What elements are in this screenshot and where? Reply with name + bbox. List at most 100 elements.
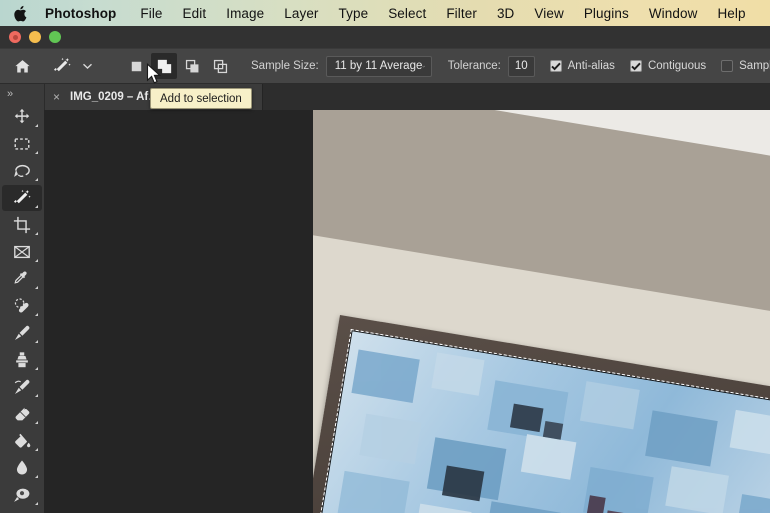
add-to-selection-button[interactable]	[151, 53, 177, 79]
application-window: Sample Size: 11 by 11 Average Tolerance:…	[0, 26, 770, 513]
brush-tool[interactable]	[2, 320, 42, 346]
magic-wand-icon	[14, 189, 31, 204]
check-icon	[631, 62, 641, 70]
tool-flyout-indicator	[35, 205, 38, 208]
clone-stamp-tool[interactable]	[2, 347, 42, 373]
chevron-down-icon[interactable]	[82, 62, 93, 70]
tool-flyout-indicator	[35, 367, 38, 370]
title-bar	[0, 26, 770, 48]
menu-item-window[interactable]: Window	[649, 6, 698, 21]
document-image[interactable]	[313, 110, 770, 513]
selection-mode-group	[123, 53, 235, 79]
history-brush-tool[interactable]	[2, 374, 42, 400]
blur-tool[interactable]	[2, 455, 42, 481]
crop-icon	[13, 216, 31, 234]
eraser-tool[interactable]	[2, 401, 42, 427]
tool-flyout-indicator	[35, 313, 38, 316]
expand-panel-icon[interactable]: »	[0, 84, 44, 104]
active-tool-preset[interactable]	[49, 53, 95, 79]
sample-size-label: Sample Size:	[251, 60, 319, 72]
tool-flyout-indicator	[35, 475, 38, 478]
dodge-icon	[14, 488, 30, 502]
move-icon	[14, 108, 30, 124]
magic-wand-icon[interactable]	[49, 53, 75, 79]
history-brush-icon	[14, 379, 30, 395]
sample-size-value: 11 by 11 Average	[334, 60, 423, 72]
tool-flyout-indicator	[35, 448, 38, 451]
tab-close-icon[interactable]: ×	[53, 91, 60, 103]
new-selection-button[interactable]	[123, 53, 149, 79]
tool-flyout-indicator	[35, 259, 38, 262]
checkbox-box	[629, 60, 642, 72]
menu-item-help[interactable]: Help	[717, 6, 745, 21]
crop-tool[interactable]	[2, 212, 42, 238]
tooltip-text: Add to selection	[160, 92, 242, 105]
contiguous-checkbox[interactable]: Contiguous	[629, 60, 707, 72]
home-icon[interactable]	[14, 53, 31, 79]
frame-tool[interactable]	[2, 239, 42, 265]
sample-all-layers-checkbox[interactable]: Sample All	[721, 60, 770, 72]
menu-item-type[interactable]: Type	[339, 6, 369, 21]
eyedropper-icon	[14, 271, 27, 284]
menu-item-edit[interactable]: Edit	[183, 6, 207, 21]
tooltip: Add to selection	[150, 88, 252, 109]
tools-panel: »	[0, 84, 45, 513]
menu-item-select[interactable]: Select	[388, 6, 426, 21]
tool-flyout-indicator	[35, 286, 38, 289]
expand-chevrons: »	[7, 87, 14, 100]
magic-wand-tool[interactable]	[2, 185, 42, 211]
eyedropper-tool[interactable]	[2, 266, 42, 292]
minimize-button[interactable]	[29, 31, 41, 43]
menu-item-3d[interactable]: 3D	[497, 6, 514, 21]
menu-item-photoshop[interactable]: Photoshop	[45, 6, 116, 21]
tool-options-bar: Sample Size: 11 by 11 Average Tolerance:…	[0, 48, 770, 84]
checkbox-box	[721, 60, 734, 72]
anti-alias-label: Anti-alias	[567, 60, 615, 72]
chevron-down-icon	[422, 65, 426, 67]
menu-item-file[interactable]: File	[140, 6, 162, 21]
macos-menu-bar: Photoshop File Edit Image Layer Type Sel…	[0, 0, 770, 26]
zoom-button[interactable]	[49, 31, 61, 43]
paint-bucket-tool[interactable]	[2, 428, 42, 454]
menu-item-plugins[interactable]: Plugins	[584, 6, 629, 21]
tool-flyout-indicator	[35, 178, 38, 181]
tool-flyout-indicator	[35, 232, 38, 235]
move-tool[interactable]	[2, 104, 42, 130]
sample-size-select[interactable]: 11 by 11 Average	[325, 55, 432, 77]
tool-flyout-indicator	[35, 124, 38, 127]
tool-flyout-indicator	[35, 151, 38, 154]
paint-bucket-icon	[15, 433, 31, 448]
close-button[interactable]	[9, 31, 21, 43]
intersect-with-selection-button[interactable]	[207, 53, 233, 79]
spot-healing-icon	[14, 297, 29, 313]
clone-stamp-icon	[16, 352, 28, 368]
dodge-tool[interactable]	[2, 482, 42, 508]
tool-flyout-indicator	[35, 340, 38, 343]
spot-healing-brush-tool[interactable]	[2, 293, 42, 319]
photoshop-window: Photoshop File Edit Image Layer Type Sel…	[0, 0, 770, 513]
subtract-from-selection-button[interactable]	[179, 53, 205, 79]
blur-icon	[16, 460, 28, 475]
check-icon	[550, 62, 561, 70]
tolerance-label: Tolerance:	[447, 60, 501, 72]
tool-flyout-indicator	[35, 421, 38, 424]
apple-logo-icon[interactable]	[14, 5, 29, 22]
lasso-tool[interactable]	[2, 158, 42, 184]
sample-all-layers-label: Sample All	[739, 60, 770, 72]
tolerance-input[interactable]: 10	[507, 55, 535, 77]
tool-flyout-indicator	[35, 394, 38, 397]
rectangular-marquee-tool[interactable]	[2, 131, 42, 157]
marquee-icon	[14, 138, 30, 150]
contiguous-label: Contiguous	[647, 60, 707, 72]
anti-alias-checkbox[interactable]: Anti-alias	[549, 60, 615, 72]
menu-item-image[interactable]: Image	[226, 6, 264, 21]
lasso-icon	[13, 164, 30, 177]
menu-item-view[interactable]: View	[534, 6, 563, 21]
eraser-icon	[15, 407, 30, 421]
tolerance-value: 10	[514, 60, 528, 72]
menu-item-layer[interactable]: Layer	[284, 6, 318, 21]
brush-icon	[14, 325, 30, 341]
canvas-area[interactable]	[44, 110, 770, 513]
checkbox-box	[549, 60, 562, 72]
menu-item-filter[interactable]: Filter	[446, 6, 477, 21]
